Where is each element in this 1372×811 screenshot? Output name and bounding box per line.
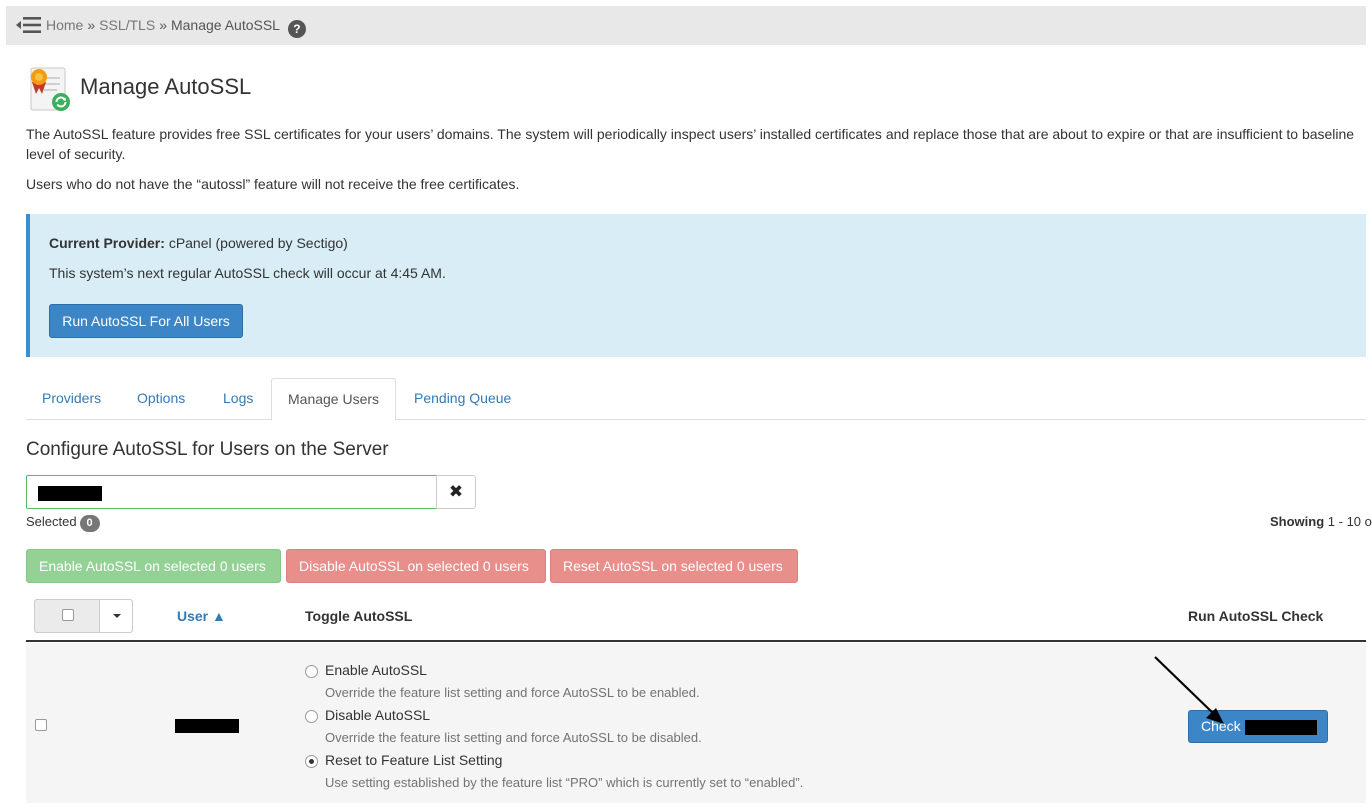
tab-pending-queue[interactable]: Pending Queue <box>398 378 527 420</box>
breadcrumb-current: Manage AutoSSL <box>170 17 280 33</box>
select-all-checkbox-wrap <box>35 600 100 632</box>
column-header-user[interactable]: User ▲ <box>177 608 226 624</box>
enable-autossl-selected-button[interactable]: Enable AutoSSL on selected 0 users <box>26 549 281 583</box>
help-icon[interactable]: ? <box>287 20 306 38</box>
autossl-feature-note: Users who do not have the “autossl” feat… <box>26 176 520 192</box>
current-provider: Current Provider: cPanel (powered by Sec… <box>49 235 348 251</box>
option-help-reset: Use setting established by the feature l… <box>325 775 804 790</box>
user-search-input[interactable] <box>26 475 437 509</box>
pagination-summary: Showing 1 - 10 o <box>1270 514 1372 529</box>
tab-bar: Providers Options Logs Manage Users Pend… <box>26 378 1366 421</box>
selected-count: Selected 0 <box>26 514 100 532</box>
option-help-enable: Override the feature list setting and fo… <box>325 685 700 700</box>
disable-autossl-selected-button[interactable]: Disable AutoSSL on selected 0 users <box>286 549 546 583</box>
tab-logs[interactable]: Logs <box>207 378 269 420</box>
radio-enable-autossl[interactable] <box>305 665 318 678</box>
breadcrumb-home[interactable]: Home <box>46 17 83 33</box>
clear-icon: ✖ <box>448 482 464 501</box>
radio-reset-feature-list[interactable] <box>305 755 318 768</box>
option-label-reset[interactable]: Reset to Feature List Setting <box>325 752 502 768</box>
tab-options[interactable]: Options <box>121 378 201 420</box>
redacted-search-text <box>38 486 102 501</box>
section-heading: Configure AutoSSL for Users on the Serve… <box>26 439 389 460</box>
annotation-arrow <box>1154 656 1224 724</box>
row-select-checkbox[interactable] <box>35 719 47 731</box>
breadcrumb-separator: » <box>159 17 167 33</box>
tab-providers[interactable]: Providers <box>26 378 117 420</box>
selected-label: Selected <box>26 514 77 529</box>
radio-disable-autossl[interactable] <box>305 710 318 723</box>
showing-label: Showing <box>1270 514 1325 529</box>
tab-manage-users[interactable]: Manage Users <box>271 378 397 421</box>
select-all-checkbox[interactable] <box>62 609 74 621</box>
option-label-disable[interactable]: Disable AutoSSL <box>325 707 430 723</box>
option-label-enable[interactable]: Enable AutoSSL <box>325 662 427 678</box>
breadcrumb: Home» SSL/TLS» Manage AutoSSL? <box>46 16 306 38</box>
clear-search-button[interactable]: ✖ <box>436 475 476 509</box>
column-header-run-check: Run AutoSSL Check <box>1188 608 1324 624</box>
redacted-check-username <box>1245 720 1317 735</box>
breadcrumb-separator: » <box>87 17 96 33</box>
users-table-header: User ▲ Toggle AutoSSL Run AutoSSL Check <box>26 592 1366 642</box>
column-header-toggle-autossl: Toggle AutoSSL <box>305 608 413 624</box>
next-check-text: This system’s next regular AutoSSL check… <box>49 265 446 281</box>
redacted-username <box>175 719 239 733</box>
select-all-dropdown[interactable] <box>34 599 133 633</box>
run-autossl-all-users-button[interactable]: Run AutoSSL For All Users <box>49 304 243 338</box>
breadcrumb-bar: Home» SSL/TLS» Manage AutoSSL? <box>6 6 1366 45</box>
option-help-disable: Override the feature list setting and fo… <box>325 730 702 745</box>
current-provider-value: cPanel (powered by Sectigo) <box>168 235 348 251</box>
selected-count-badge: 0 <box>79 515 100 532</box>
page-title: Manage AutoSSL <box>80 74 252 99</box>
page-description: The AutoSSL feature provides free SSL ce… <box>26 126 1355 162</box>
current-provider-label: Current Provider: <box>49 235 165 251</box>
provider-info-box: Current Provider: cPanel (powered by Sec… <box>26 214 1366 357</box>
menu-collapse-icon[interactable] <box>16 15 42 35</box>
breadcrumb-ssl-tls[interactable]: SSL/TLS <box>99 17 155 33</box>
autossl-certificate-icon <box>30 67 70 111</box>
reset-autossl-selected-button[interactable]: Reset AutoSSL on selected 0 users <box>550 549 798 583</box>
chevron-down-icon[interactable] <box>100 600 132 632</box>
showing-range: 1 - 10 o <box>1327 514 1372 529</box>
